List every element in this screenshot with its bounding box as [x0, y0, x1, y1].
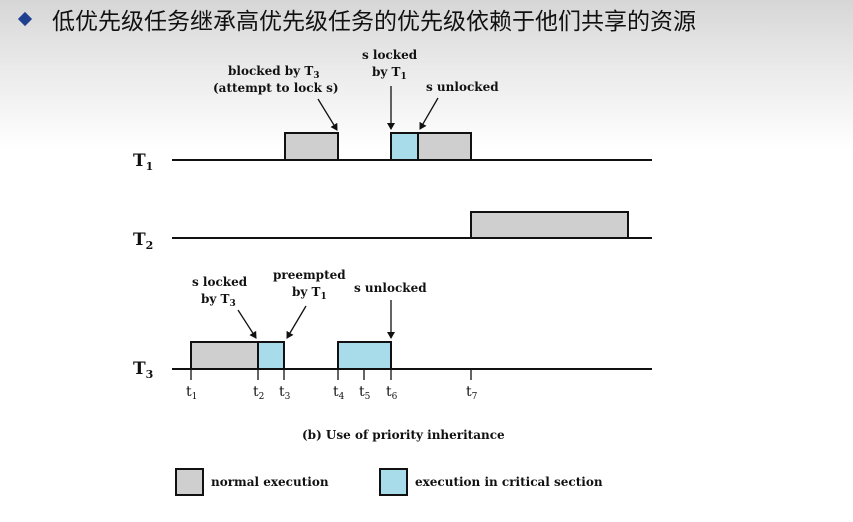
t1-normal-block-1 [284, 132, 339, 161]
legend-critical-swatch [379, 468, 408, 496]
t1-sunlocked-annotation: s unlocked [426, 80, 499, 94]
preempted-arrow [286, 305, 307, 339]
t3-critical-block-1 [257, 341, 285, 370]
blocked-annotation-line2: (attempt to lock s) [213, 81, 339, 95]
figure-caption: (b) Use of priority inheritance [302, 428, 505, 442]
t1-sunlocked-arrow [419, 97, 439, 130]
legend-normal-swatch [175, 468, 204, 496]
task-label-t2: T2 [133, 230, 153, 252]
tick-label-t1: t1 [186, 384, 197, 402]
t3-sunlocked-annotation: s unlocked [354, 281, 427, 295]
t3-slocked-arrow [237, 309, 257, 339]
tick-label-t7: t7 [466, 384, 478, 402]
t2-normal-block [470, 211, 629, 239]
priority-inheritance-diagram: T1 T2 T3 blocked by T3 (attempt to lock … [133, 48, 652, 496]
task-label-t3: T3 [133, 359, 153, 381]
tick-label-t4: t4 [333, 384, 345, 402]
t1-critical-block [390, 132, 419, 161]
preempted-annotation-line2: by T1 [292, 285, 327, 302]
blocked-arrow [317, 98, 338, 131]
tick-label-t5: t5 [359, 384, 371, 402]
tick-label-t2: t2 [253, 384, 264, 402]
t3-slocked-annotation-line1: s locked [192, 275, 248, 289]
t1-normal-block-2 [417, 132, 472, 161]
t3-slocked-annotation-line2: by T3 [201, 292, 236, 309]
t1-slocked-annotation-line2: by T1 [372, 65, 407, 82]
tick-label-t6: t6 [386, 384, 398, 402]
tick-label-t3: t3 [279, 384, 291, 402]
task-label-t1: T1 [133, 151, 153, 173]
legend-critical-label: execution in critical section [415, 475, 603, 489]
legend-normal-label: normal execution [211, 475, 329, 489]
blocked-annotation-line1: blocked by T3 [228, 64, 320, 81]
preempted-annotation-line1: preempted [273, 268, 346, 282]
t3-normal-block [190, 341, 259, 370]
t1-slocked-annotation-line1: s locked [362, 48, 418, 62]
t3-critical-block-2 [337, 341, 392, 370]
